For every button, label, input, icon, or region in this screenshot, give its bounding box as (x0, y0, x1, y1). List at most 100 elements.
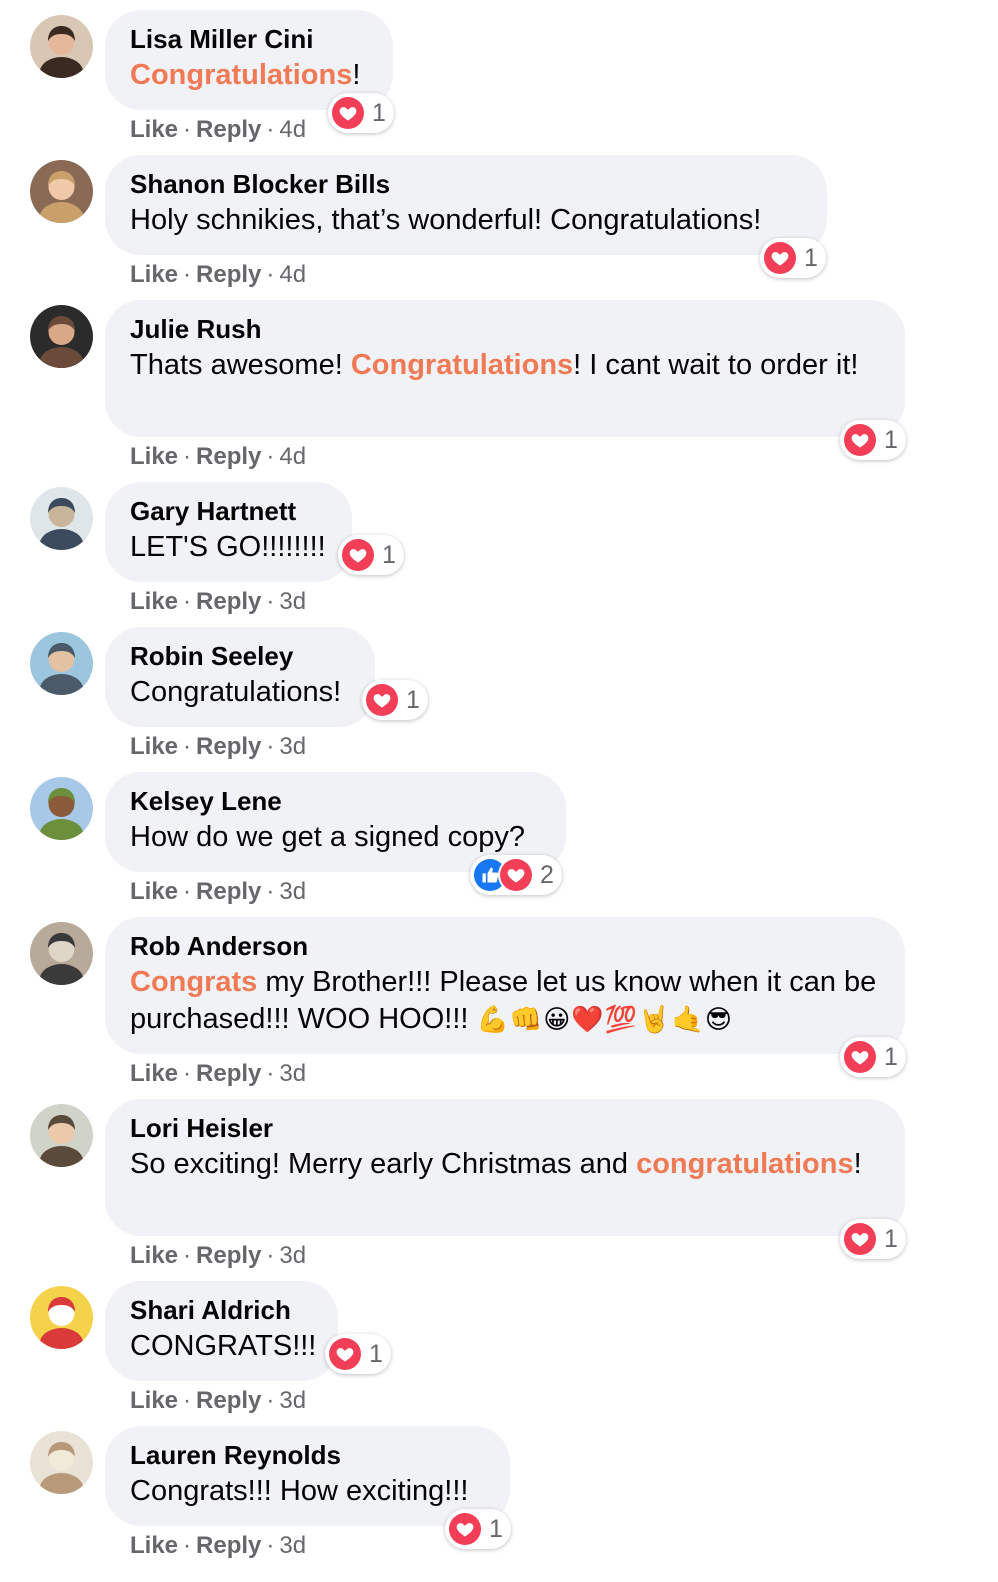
like-button[interactable]: Like (130, 443, 178, 470)
comment-timestamp[interactable]: 3d (279, 733, 306, 760)
like-button[interactable]: Like (130, 116, 178, 143)
comment-timestamp[interactable]: 3d (279, 1242, 306, 1269)
reaction-count: 1 (372, 98, 386, 127)
reaction-summary[interactable]: 1 (840, 1037, 906, 1077)
comment-author[interactable]: Lauren Reynolds (130, 1440, 485, 1470)
reply-button[interactable]: Reply (196, 733, 261, 760)
reply-button[interactable]: Reply (196, 1060, 261, 1087)
reaction-summary[interactable]: 2 (470, 855, 562, 895)
reaction-count: 1 (406, 685, 420, 714)
avatar[interactable] (30, 305, 93, 368)
comment-actions: Like · Reply · 3d (130, 878, 306, 906)
reply-button[interactable]: Reply (196, 443, 261, 470)
heart-icon (332, 97, 364, 129)
heart-icon (844, 1041, 876, 1073)
reply-button[interactable]: Reply (196, 116, 261, 143)
reply-button[interactable]: Reply (196, 1387, 261, 1414)
comment-author[interactable]: Shanon Blocker Bills (130, 169, 802, 199)
avatar[interactable] (30, 160, 93, 223)
reply-button[interactable]: Reply (196, 588, 261, 615)
like-button[interactable]: Like (130, 1242, 178, 1269)
comment-author[interactable]: Robin Seeley (130, 641, 350, 671)
heart-icon (366, 684, 398, 716)
comment-author[interactable]: Rob Anderson (130, 931, 880, 961)
reaction-summary[interactable]: 1 (840, 420, 906, 460)
comment-author[interactable]: Gary Hartnett (130, 496, 327, 526)
comment-bubble: Rob Anderson Congrats my Brother!!! Pleas… (105, 917, 905, 1054)
comment-author[interactable]: Shari Aldrich (130, 1295, 313, 1325)
like-button[interactable]: Like (130, 261, 178, 288)
reaction-count: 1 (804, 243, 818, 272)
comment-actions: Like · Reply · 3d (130, 733, 306, 761)
reaction-summary[interactable]: 1 (338, 535, 404, 575)
like-button[interactable]: Like (130, 1532, 178, 1559)
separator-dot: · (183, 1387, 192, 1414)
separator-dot: · (266, 588, 275, 615)
avatar[interactable] (30, 1286, 93, 1349)
comment-author[interactable]: Kelsey Lene (130, 786, 541, 816)
reaction-summary[interactable]: 1 (760, 238, 826, 278)
comment-bubble: Lauren Reynolds Congrats!!! How exciting!… (105, 1426, 510, 1526)
reaction-count: 2 (540, 860, 554, 889)
comment-timestamp[interactable]: 3d (279, 1387, 306, 1414)
reply-button[interactable]: Reply (196, 1242, 261, 1269)
comment-actions: Like · Reply · 3d (130, 1387, 306, 1415)
reply-button[interactable]: Reply (196, 261, 261, 288)
comment-actions: Like · Reply · 3d (130, 1242, 306, 1270)
comment-timestamp[interactable]: 3d (279, 1060, 306, 1087)
comment-timestamp[interactable]: 3d (279, 1532, 306, 1559)
comment-timestamp[interactable]: 4d (279, 116, 306, 143)
heart-icon (500, 859, 532, 891)
comment-timestamp[interactable]: 4d (279, 261, 306, 288)
avatar[interactable] (30, 487, 93, 550)
separator-dot: · (266, 261, 275, 288)
comment-text: Congratulations! (130, 57, 368, 94)
avatar[interactable] (30, 632, 93, 695)
comment-text: How do we get a signed copy? (130, 819, 541, 856)
comment-text-segment: Holy schnikies, that’s wonderful! Congra… (130, 204, 762, 236)
comment-text-segment: Congratulations! (130, 676, 342, 708)
comment-timestamp[interactable]: 4d (279, 443, 306, 470)
like-button[interactable]: Like (130, 878, 178, 905)
separator-dot: · (183, 1242, 192, 1269)
comment-text: Holy schnikies, that’s wonderful! Congra… (130, 202, 802, 239)
comment-timestamp[interactable]: 3d (279, 588, 306, 615)
highlighted-keyword-link[interactable]: Congratulations (351, 349, 573, 381)
comment-author[interactable]: Lisa Miller Cini (130, 24, 368, 54)
reaction-summary[interactable]: 1 (840, 1219, 906, 1259)
separator-dot: · (266, 1060, 275, 1087)
comment-author[interactable]: Lori Heisler (130, 1113, 880, 1143)
reply-button[interactable]: Reply (196, 878, 261, 905)
comment-text: Congrats my Brother!!! Please let us kno… (130, 964, 880, 1038)
comment-text: So exciting! Merry early Christmas and c… (130, 1146, 880, 1183)
highlighted-keyword-link[interactable]: congratulations (636, 1148, 854, 1180)
avatar[interactable] (30, 1431, 93, 1494)
avatar[interactable] (30, 777, 93, 840)
separator-dot: · (266, 1532, 275, 1559)
like-button[interactable]: Like (130, 588, 178, 615)
like-button[interactable]: Like (130, 1387, 178, 1414)
reaction-summary[interactable]: 1 (362, 680, 428, 720)
highlighted-keyword-link[interactable]: Congratulations (130, 59, 352, 91)
comment-author[interactable]: Julie Rush (130, 314, 880, 344)
avatar[interactable] (30, 1104, 93, 1167)
comment-text-segment: ! (352, 59, 361, 91)
comment-text: LET'S GO!!!!!!!! (130, 529, 327, 566)
like-button[interactable]: Like (130, 733, 178, 760)
highlighted-keyword-link[interactable]: Congrats (130, 966, 257, 998)
avatar[interactable] (30, 922, 93, 985)
like-button[interactable]: Like (130, 1060, 178, 1087)
reaction-summary[interactable]: 1 (445, 1509, 511, 1549)
reaction-summary[interactable]: 1 (328, 93, 394, 133)
separator-dot: · (183, 261, 192, 288)
comment-text-segment: ! (853, 1148, 862, 1180)
avatar[interactable] (30, 15, 93, 78)
comment-actions: Like · Reply · 3d (130, 1532, 306, 1560)
heart-icon (764, 242, 796, 274)
reply-button[interactable]: Reply (196, 1532, 261, 1559)
reaction-summary[interactable]: 1 (325, 1334, 391, 1374)
comment-timestamp[interactable]: 3d (279, 878, 306, 905)
emoji-sequence: 💪👊😀❤️💯🤘🤙😎 (476, 1004, 733, 1034)
comment-text: CONGRATS!!! (130, 1328, 316, 1365)
separator-dot: · (266, 443, 275, 470)
